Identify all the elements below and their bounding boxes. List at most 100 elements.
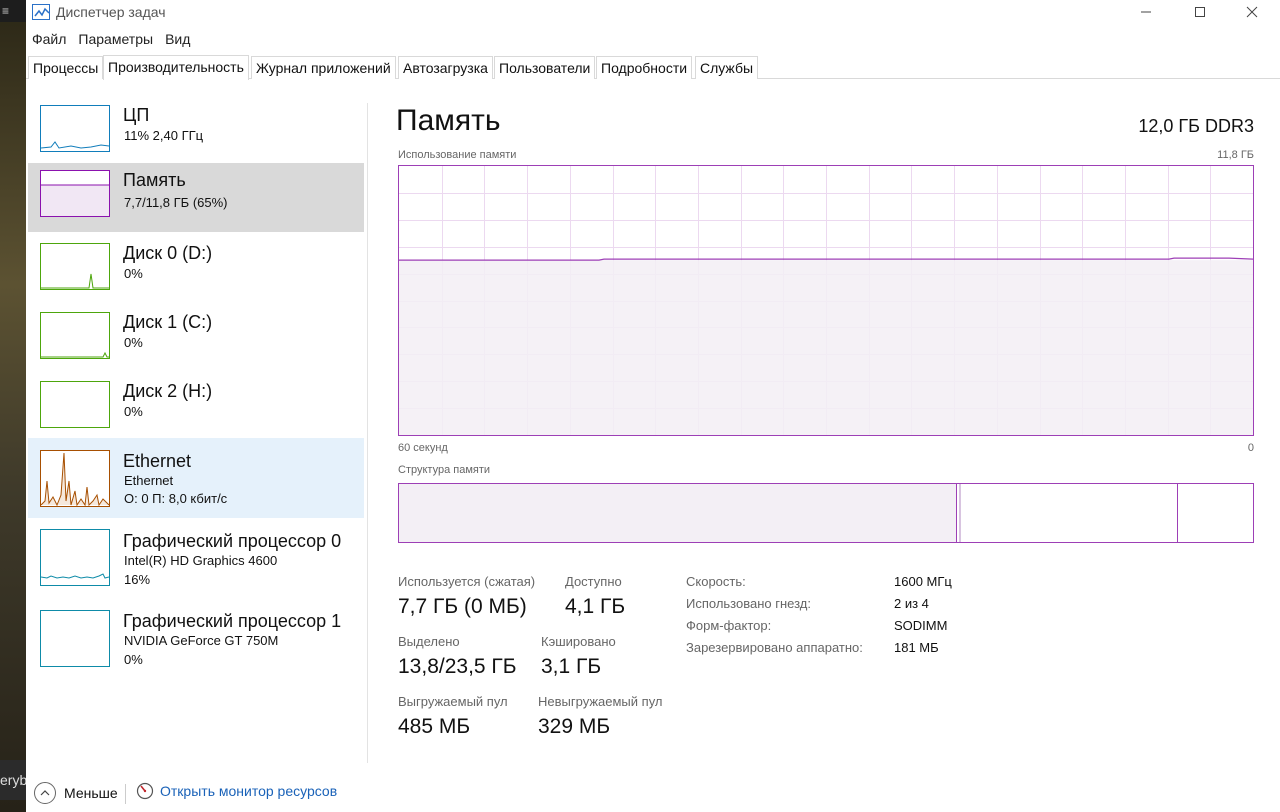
- speed-value: 1600 МГц: [894, 574, 952, 589]
- maximize-icon: [1195, 7, 1205, 17]
- sidebar-item-subtitle: Ethernet: [124, 473, 174, 488]
- sidebar-item-subtitle: Intel(R) HD Graphics 4600: [124, 553, 278, 568]
- memory-structure-bar: [398, 483, 1254, 543]
- nonpaged-pool-value: 329 МБ: [538, 715, 611, 738]
- sidebar-item-subtitle: NVIDIA GeForce GT 750M: [124, 633, 279, 648]
- memory-usage-chart: [399, 166, 1253, 435]
- fewer-details-label: Меньше: [64, 785, 118, 801]
- footer-separator: [125, 784, 126, 804]
- sidebar-item-value: 16%: [124, 572, 151, 587]
- menu-bar: Файл Параметры Вид: [26, 28, 196, 52]
- gpu-graph-icon: [40, 610, 110, 667]
- sidebar-item-memory[interactable]: Память 7,7/11,8 ГБ (65%): [28, 163, 364, 232]
- tab-processes[interactable]: Процессы: [28, 56, 104, 79]
- maximize-button[interactable]: [1174, 0, 1226, 24]
- cpu-graph-icon: [40, 105, 110, 152]
- sidebar-item-disk-2[interactable]: Диск 2 (H:) 0%: [28, 374, 364, 444]
- page-title: Память: [396, 104, 501, 137]
- network-graph-icon: [40, 450, 110, 507]
- task-manager-window: Диспетчер задач Файл Параметры Вид Проце…: [26, 0, 1280, 812]
- performance-sidebar: ЦП 11% 2,40 ГГц Память 7,7/11,8 ГБ (65%)…: [28, 98, 368, 738]
- minimize-icon: [1141, 11, 1151, 13]
- chevron-up-icon: [34, 782, 56, 804]
- sidebar-item-gpu-1[interactable]: Графический процессор 1 NVIDIA GeForce G…: [28, 604, 364, 680]
- sidebar-item-ethernet[interactable]: Ethernet Ethernet О: 0 П: 8,0 кбит/с: [28, 438, 364, 518]
- tab-strip: Процессы Производительность Журнал прило…: [26, 55, 1280, 80]
- menu-options[interactable]: Параметры: [72, 28, 159, 52]
- structure-in-use-segment: [399, 484, 957, 542]
- disk-graph-icon: [40, 312, 110, 359]
- close-icon: [1246, 6, 1258, 18]
- sidebar-item-label: Память: [123, 170, 186, 190]
- fewer-details-button[interactable]: Меньше: [34, 782, 118, 804]
- open-resource-monitor-link[interactable]: Открыть монитор ресурсов: [136, 782, 337, 800]
- slots-used-value: 2 из 4: [894, 596, 929, 611]
- menu-view[interactable]: Вид: [159, 28, 196, 52]
- background-window-fragment: eryb: [0, 760, 26, 800]
- slots-used-label: Использовано гнезд:: [686, 596, 811, 611]
- window-title: Диспетчер задач: [56, 4, 166, 20]
- sidebar-item-disk-1[interactable]: Диск 1 (C:) 0%: [28, 305, 364, 375]
- sidebar-item-label: Графический процессор 1: [123, 611, 342, 631]
- tab-details[interactable]: Подробности: [596, 56, 693, 79]
- tab-app-history[interactable]: Журнал приложений: [251, 56, 396, 79]
- memory-usage-graph: [398, 165, 1254, 436]
- sidebar-item-value: 11% 2,40 ГГц: [124, 128, 204, 143]
- paged-pool-value: 485 МБ: [398, 715, 471, 738]
- sidebar-item-label: Диск 0 (D:): [123, 243, 213, 263]
- tab-services[interactable]: Службы: [695, 56, 759, 79]
- minimize-button[interactable]: [1120, 0, 1172, 24]
- structure-graph-label: Структура памяти: [398, 464, 491, 476]
- structure-standby-divider: [1177, 484, 1178, 542]
- graph-time-start: 60 секунд: [398, 442, 448, 454]
- tab-startup[interactable]: Автозагрузка: [398, 56, 493, 79]
- sidebar-item-label: Графический процессор 0: [123, 531, 342, 551]
- paged-pool-label: Выгружаемый пул: [398, 694, 508, 709]
- tab-users[interactable]: Пользователи: [494, 56, 596, 79]
- desktop-background: ≡ eryb: [0, 0, 26, 812]
- sidebar-item-value: 0%: [124, 404, 143, 419]
- in-use-label: Используется (сжатая): [398, 574, 536, 589]
- usage-area: [399, 260, 1253, 435]
- in-use-value: 7,7 ГБ (0 МБ): [398, 595, 527, 618]
- usage-graph-max: 11,8 ГБ: [1217, 149, 1254, 161]
- available-value: 4,1 ГБ: [565, 595, 626, 618]
- form-factor-label: Форм-фактор:: [686, 618, 772, 633]
- memory-detail-pane: Память 12,0 ГБ DDR3 Использование памяти…: [396, 98, 1256, 758]
- sidebar-item-label: ЦП: [123, 105, 150, 125]
- sidebar-item-value: О: 0 П: 8,0 кбит/с: [124, 491, 228, 506]
- nonpaged-pool-label: Невыгружаемый пул: [538, 694, 663, 709]
- hardware-reserved-label: Зарезервировано аппаратно:: [686, 640, 863, 655]
- sidebar-item-disk-0[interactable]: Диск 0 (D:) 0%: [28, 236, 364, 306]
- title-bar[interactable]: Диспетчер задач: [26, 0, 1280, 26]
- gpu-graph-icon: [40, 529, 110, 586]
- hardware-reserved-value: 181 МБ: [894, 640, 939, 655]
- sidebar-item-cpu[interactable]: ЦП 11% 2,40 ГГц: [28, 98, 364, 168]
- disk-graph-icon: [40, 381, 110, 428]
- close-button[interactable]: [1226, 0, 1278, 24]
- sidebar-item-gpu-0[interactable]: Графический процессор 0 Intel(R) HD Grap…: [28, 524, 364, 600]
- form-factor-value: SODIMM: [894, 618, 948, 633]
- structure-modified-segment: [959, 484, 961, 542]
- footer-bar: Меньше Открыть монитор ресурсов: [26, 778, 1280, 812]
- usage-graph-label: Использование памяти: [398, 149, 517, 161]
- tab-performance[interactable]: Производительность: [103, 55, 249, 80]
- cached-label: Кэшировано: [541, 634, 616, 649]
- background-window-fragment: ≡: [0, 0, 26, 22]
- sidebar-item-label: Диск 2 (H:): [123, 381, 213, 401]
- sidebar-item-value: 0%: [124, 266, 143, 281]
- sidebar-item-value: 0%: [124, 652, 143, 667]
- sidebar-item-label: Диск 1 (C:): [123, 312, 213, 332]
- resource-monitor-icon: [136, 782, 154, 800]
- available-label: Доступно: [565, 574, 622, 589]
- sidebar-item-label: Ethernet: [123, 451, 192, 471]
- graph-time-end: 0: [1247, 442, 1254, 454]
- cached-value: 3,1 ГБ: [541, 655, 602, 678]
- menu-file[interactable]: Файл: [26, 28, 72, 52]
- task-manager-icon: [32, 4, 50, 20]
- committed-value: 13,8/23,5 ГБ: [398, 655, 517, 678]
- sidebar-item-value: 7,7/11,8 ГБ (65%): [124, 195, 228, 210]
- memory-graph-icon: [40, 170, 110, 217]
- resource-monitor-label: Открыть монитор ресурсов: [160, 783, 338, 799]
- pane-divider[interactable]: [367, 103, 368, 763]
